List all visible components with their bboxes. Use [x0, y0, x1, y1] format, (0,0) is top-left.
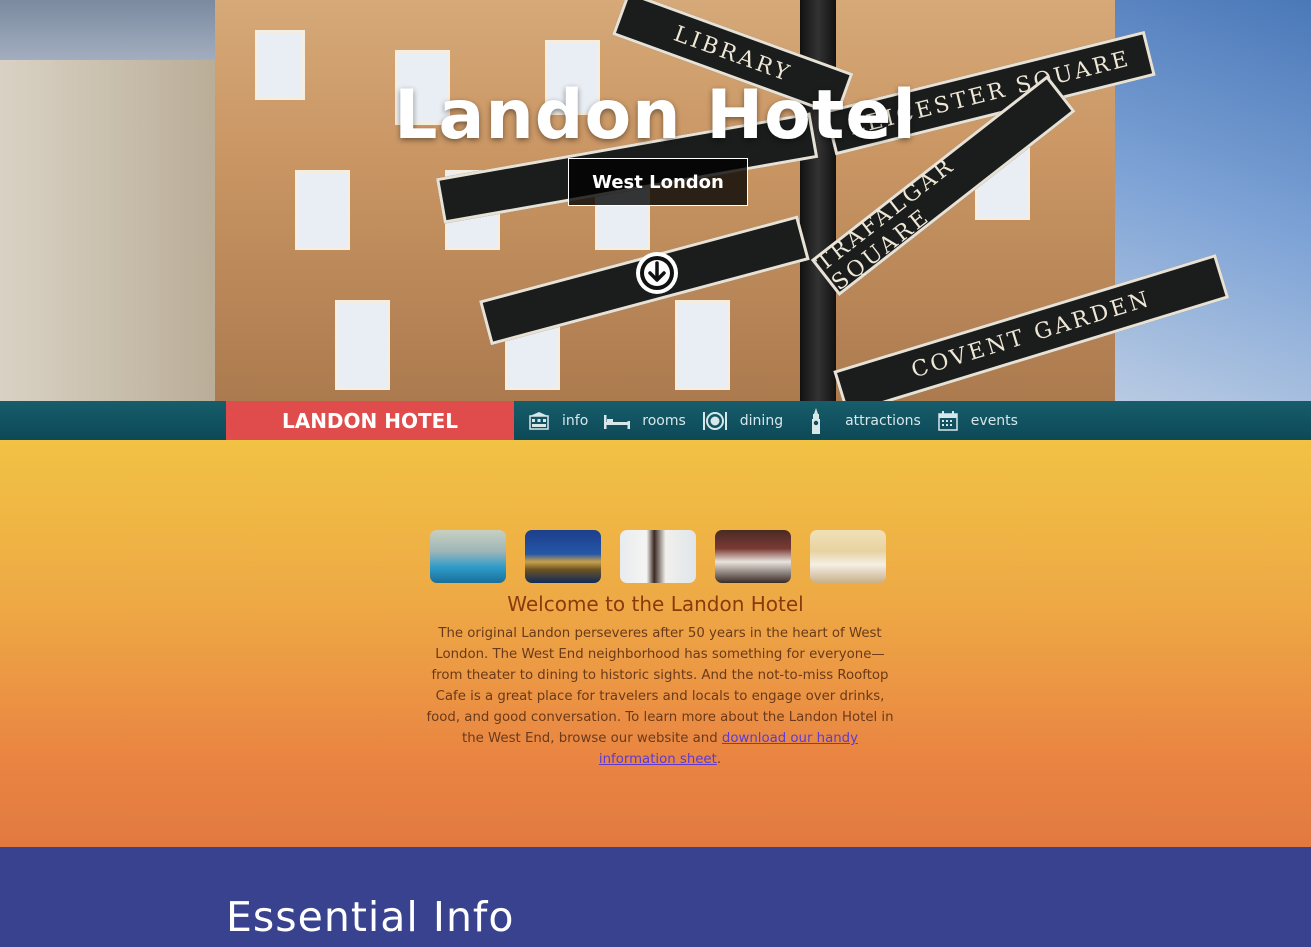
calendar-icon: [937, 410, 959, 432]
welcome-body: The original Landon perseveres after 50 …: [422, 623, 898, 770]
big-ben-icon: [805, 407, 827, 434]
nav-label: info: [562, 412, 589, 429]
nav-item-events[interactable]: events: [937, 410, 1018, 432]
nav-item-dining[interactable]: dining: [702, 410, 783, 432]
essential-info-section: Essential Info: [0, 847, 1311, 947]
ballroom-photo[interactable]: [810, 530, 886, 583]
thumbnail-strip: [430, 530, 905, 583]
hero-banner: LIBRARY LEICESTER SQUARE TRAFALGAR SQUAR…: [0, 0, 1311, 401]
nav-item-attractions[interactable]: attractions: [799, 407, 921, 434]
plate-icon: [702, 410, 728, 432]
nav-label: rooms: [642, 412, 686, 429]
room-photo[interactable]: [715, 530, 791, 583]
welcome-heading: Welcome to the Landon Hotel: [507, 592, 804, 616]
nav-item-info[interactable]: info: [528, 410, 588, 432]
nav-items: info rooms dining attractions events: [528, 401, 1034, 440]
welcome-text-end: .: [716, 752, 722, 767]
pool-photo[interactable]: [430, 530, 506, 583]
nav-label: events: [970, 412, 1018, 429]
wedding-photo[interactable]: [620, 530, 696, 583]
main-nav: LANDON HOTEL info rooms dining attractio…: [0, 401, 1311, 440]
nav-label: dining: [739, 412, 784, 429]
welcome-text: The original Landon perseveres after 50 …: [426, 626, 894, 746]
essential-heading: Essential Info: [226, 893, 515, 941]
parliament-photo[interactable]: [525, 530, 601, 583]
location-button[interactable]: West London: [568, 158, 748, 206]
brand-logo[interactable]: LANDON HOTEL: [226, 401, 514, 440]
welcome-section: Welcome to the Landon Hotel The original…: [0, 440, 1311, 847]
bed-icon: [604, 410, 631, 432]
scroll-down-icon[interactable]: [636, 252, 678, 294]
hero-title: Landon Hotel: [394, 76, 917, 155]
nav-label: attractions: [845, 412, 921, 429]
hotel-icon: [528, 410, 550, 432]
nav-item-rooms[interactable]: rooms: [604, 410, 686, 432]
